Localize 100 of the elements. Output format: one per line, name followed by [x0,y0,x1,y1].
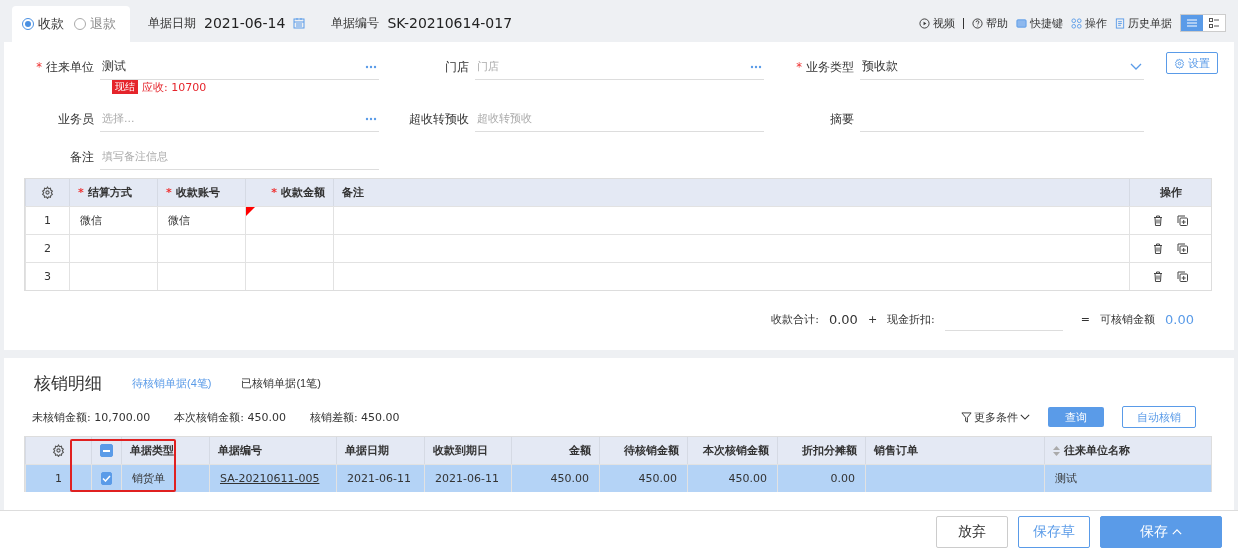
column-header: 金额 [511,437,599,464]
table-cell[interactable]: 微信 [69,206,157,234]
table-cell[interactable] [245,206,333,234]
field-label: 摘要 [829,112,855,128]
footer-button[interactable]: 放弃 [936,515,1008,548]
column-header: 待核销金额 [599,437,687,464]
keyboard-icon [1016,17,1027,29]
table-cell: 0.00 [777,464,865,492]
table-cell[interactable] [157,262,245,290]
table-cell[interactable] [157,234,245,262]
table-cell: 测试 [1044,464,1211,492]
date-value: 2021-06-14 [204,15,286,31]
available-value: 0.00 [1165,311,1194,327]
table-cell[interactable] [69,234,157,262]
table-cell[interactable] [69,262,157,290]
input-field[interactable]: 测试 [100,54,379,80]
minus-icon [103,449,110,452]
document-number: SK-20210614-017 [387,15,513,31]
settings-icon[interactable] [41,186,54,199]
column-header: 单据日期 [336,437,424,464]
plus-sign: + [867,312,878,326]
table-cell: 450.00 [599,464,687,492]
column-header: 收款到期日 [424,437,511,464]
select-all-checkbox[interactable] [100,444,113,457]
view-toggle[interactable] [1181,15,1203,31]
list-icon [1187,19,1197,27]
section-title: 核销明细 [34,371,102,395]
row-number: 1 [25,206,69,234]
table-cell[interactable] [333,234,1129,262]
document-link[interactable]: SA-20210611-005 [209,464,336,492]
calendar-icon[interactable] [293,17,306,29]
available-label: 可核销金额 [1100,311,1156,327]
more-icon[interactable] [750,64,762,69]
detail-list-icon [1209,18,1219,28]
column-header: 单据编号 [209,437,336,464]
row-number: 2 [25,234,69,262]
field-label: 单据编号 [331,14,380,32]
field-label: 门店 [444,60,470,76]
column-header: 单据类型 [121,437,209,464]
field-label: 备注 [69,150,95,166]
filter-link[interactable]: 更多条件 [961,409,1030,425]
total-label: 收款合计: [771,311,819,327]
equals-sign: = [1080,312,1091,326]
chevron-up-icon [1172,528,1182,535]
toolbar-link[interactable]: 历史单据 [1115,15,1172,31]
column-header: 销售订单 [865,437,1044,464]
column-header: 往来单位名称 [1044,437,1211,464]
copy-icon[interactable] [1177,215,1188,226]
toolbar-link[interactable]: 操作 [1071,15,1107,31]
table-cell: 450.00 [687,464,777,492]
document-icon [1115,17,1125,29]
help-icon [972,17,983,29]
toolbar-link[interactable]: 快捷键 [1016,15,1063,31]
table-cell[interactable] [245,262,333,290]
receivable-text: 应收: 10700 [142,79,207,95]
more-icon[interactable] [365,64,377,69]
view-toggle[interactable] [1203,15,1225,31]
summary-text: 未核销金额: 10,700.00 [32,409,151,425]
discount-label: 现金折扣: [887,311,935,327]
table-cell: 2021-06-11 [336,464,424,492]
column-header: 备注 [333,179,1129,206]
field-label: * 业务类型 [795,60,855,76]
toolbar-link[interactable]: 帮助 [972,15,1008,31]
input-field[interactable]: 预收款 [860,54,1144,80]
field-label: * 往来单位 [35,60,95,76]
summary-text: 核销差额: 450.00 [309,409,400,425]
play-icon [919,17,930,29]
mode-radio[interactable]: 退款 [74,15,116,33]
delete-icon[interactable] [1153,243,1163,254]
table-cell[interactable] [333,206,1129,234]
column-header: * 收款金额 [245,179,333,206]
delete-icon[interactable] [1153,215,1163,226]
table-cell[interactable]: 微信 [157,206,245,234]
column-header: 折扣分摊额 [777,437,865,464]
field-label: 超收转预收 [408,112,470,128]
status-tag: 现结 [112,80,138,94]
row-number: 3 [25,262,69,290]
column-header: 本次核销金额 [687,437,777,464]
table-cell: 450.00 [511,464,599,492]
settings-icon [1174,57,1185,69]
tab[interactable]: 已核销单据(1笔) [241,375,321,391]
table-cell[interactable] [333,262,1129,290]
copy-icon[interactable] [1177,271,1188,282]
row-checkbox[interactable] [101,472,112,485]
column-header: * 收款账号 [157,179,245,206]
more-icon[interactable] [365,116,377,121]
toolbar-link[interactable]: 视频 [919,15,955,31]
total-value: 0.00 [828,311,858,327]
table-cell: 销货单 [121,464,209,492]
table-cell[interactable] [245,234,333,262]
delete-icon[interactable] [1153,271,1163,282]
copy-icon[interactable] [1177,243,1188,254]
mode-radio[interactable]: 收款 [22,15,64,33]
filter-icon [961,411,972,423]
settings-icon[interactable] [52,444,65,457]
chevron-down-icon [1020,414,1030,420]
sort-icon[interactable] [1053,445,1060,456]
chevron-down-icon[interactable] [1130,63,1142,70]
summary-text: 本次核销金额: 450.00 [174,409,286,425]
row-number: 1 [25,464,91,492]
